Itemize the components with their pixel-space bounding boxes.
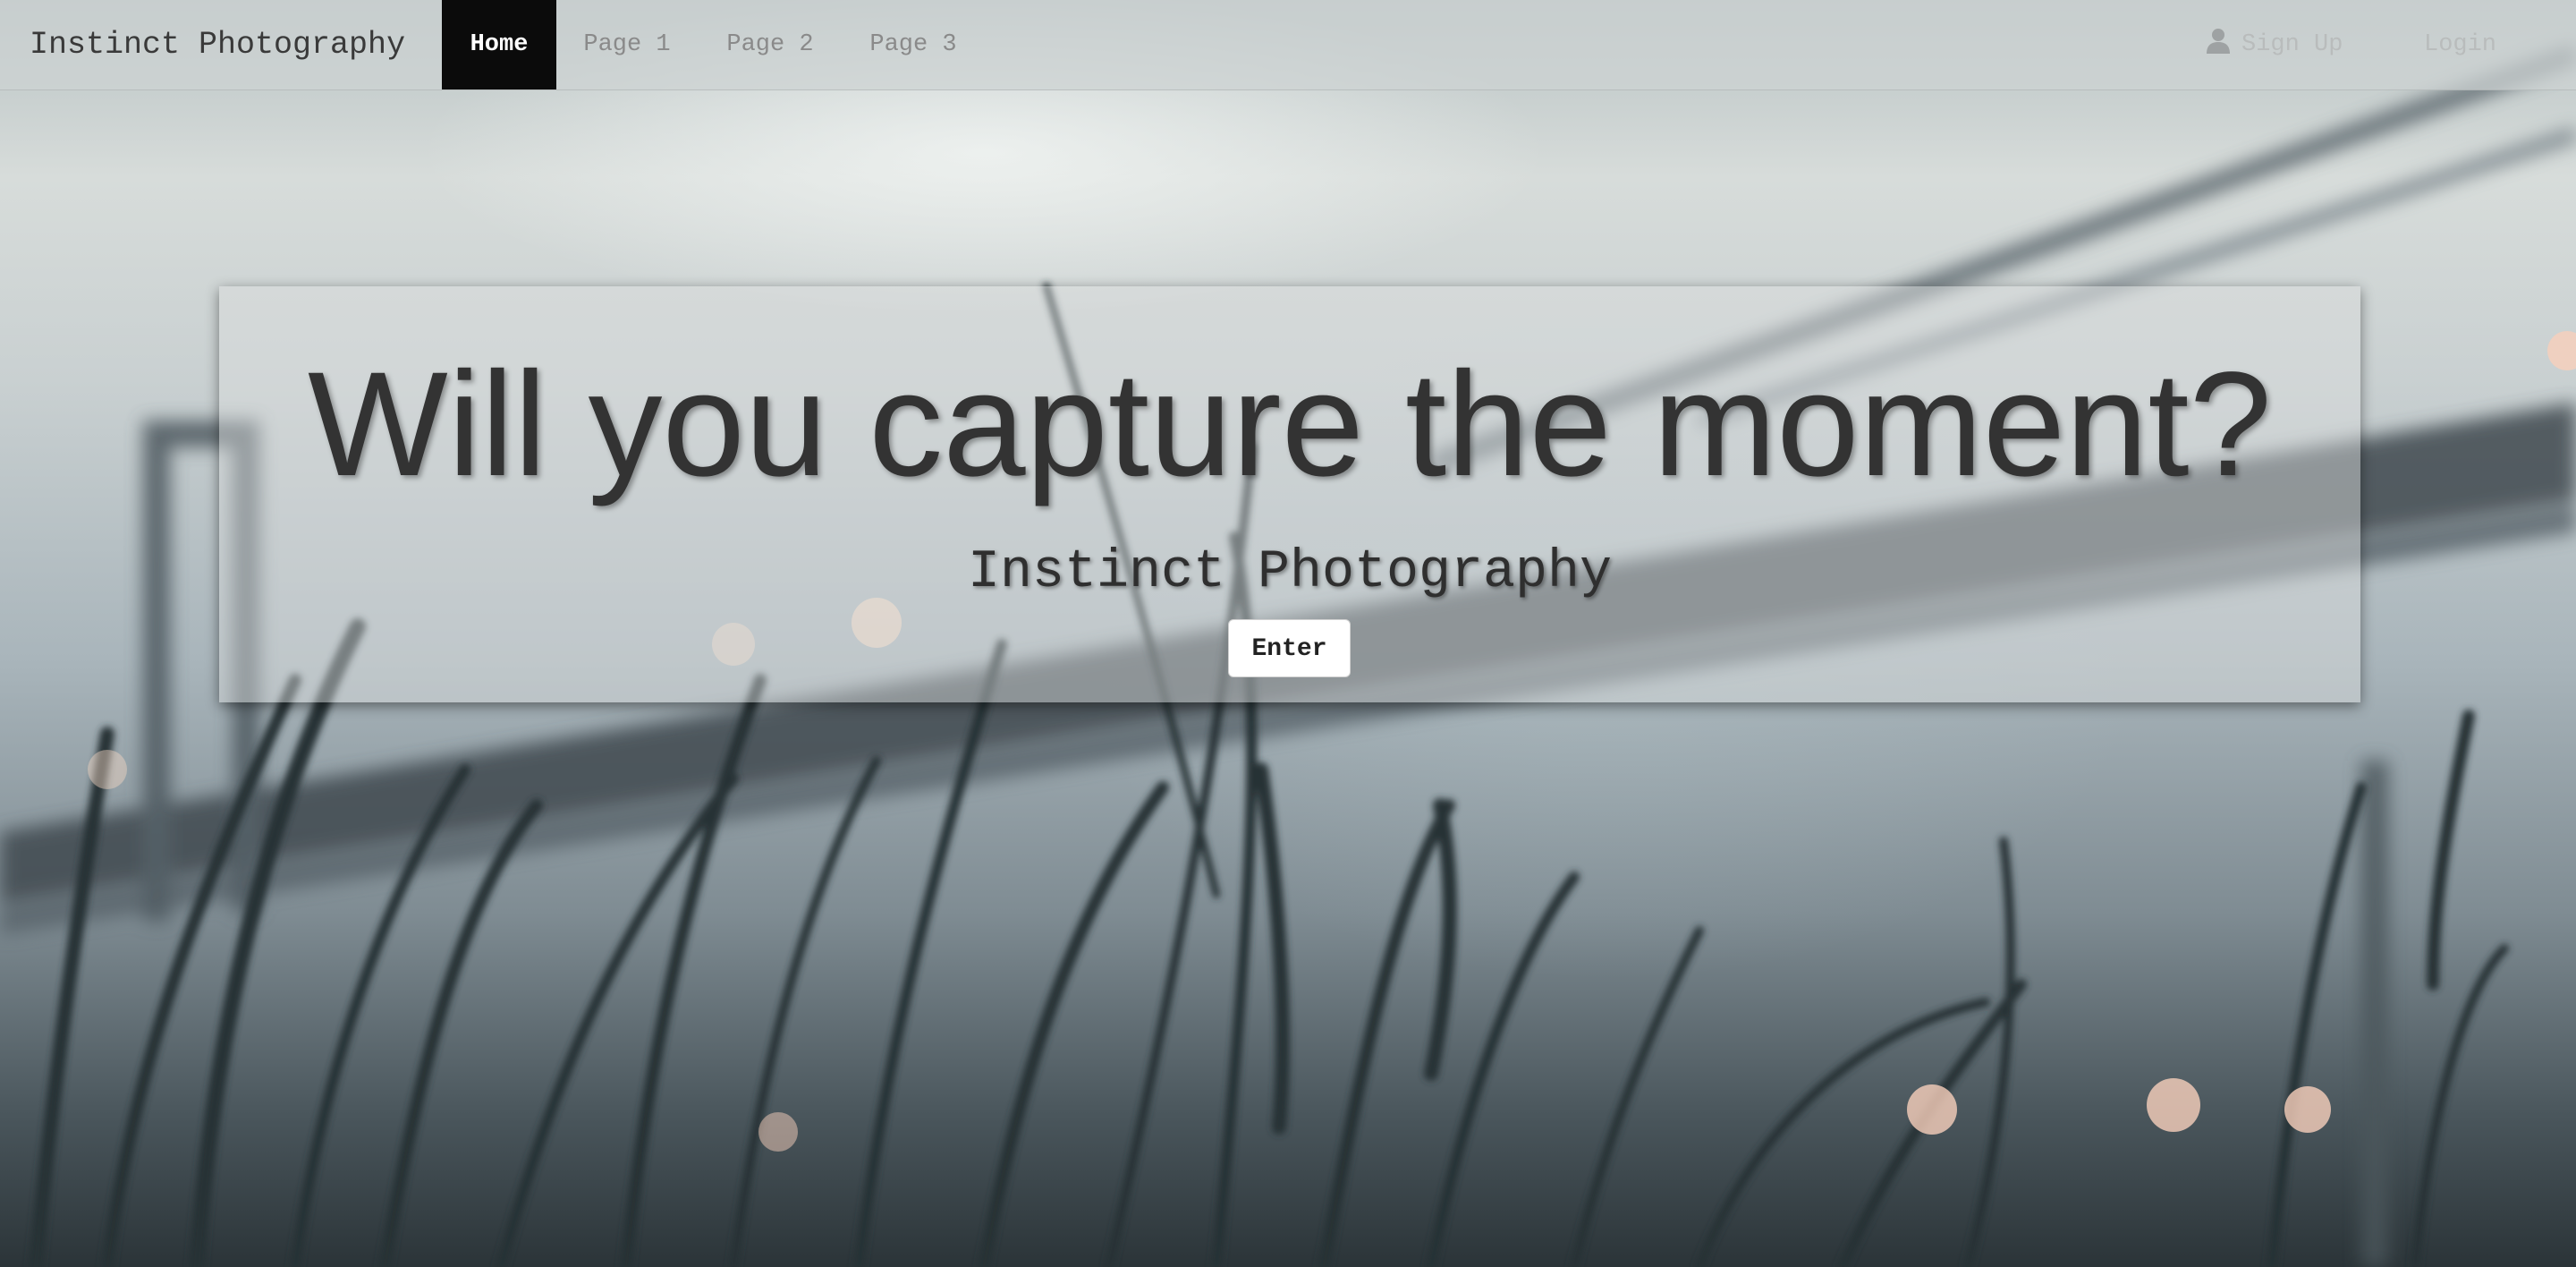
- sign-up-label: Sign Up: [2241, 31, 2343, 58]
- hero-title: Will you capture the moment?: [308, 342, 2272, 507]
- brand-link[interactable]: Instinct Photography: [30, 0, 405, 89]
- user-icon: [2206, 4, 2231, 54]
- top-navbar: Instinct Photography Home Page 1 Page 2 …: [0, 0, 2576, 90]
- sign-up-link[interactable]: Sign Up: [2206, 0, 2343, 89]
- enter-button[interactable]: Enter: [1228, 619, 1351, 677]
- nav-item-page-3[interactable]: Page 3: [852, 0, 975, 89]
- hero-panel: Will you capture the moment? Instinct Ph…: [219, 286, 2360, 702]
- hero-subtitle: Instinct Photography: [967, 542, 1613, 603]
- nav-item-home[interactable]: Home: [442, 0, 556, 89]
- nav-item-page-1[interactable]: Page 1: [565, 0, 689, 89]
- landing-page: Instinct Photography Home Page 1 Page 2 …: [0, 0, 2576, 1267]
- nav-item-page-2[interactable]: Page 2: [708, 0, 832, 89]
- login-link[interactable]: Login: [2424, 0, 2496, 89]
